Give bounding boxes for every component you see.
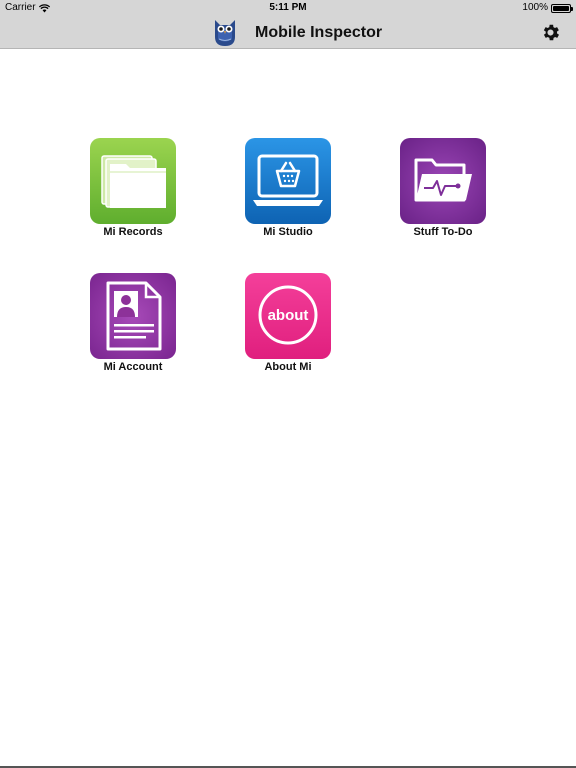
tile-mi-studio[interactable]: Mi Studio [223,138,353,248]
tile-mi-records[interactable]: Mi Records [68,138,198,248]
battery-indicator: 100% [522,0,573,16]
about-icon: about [245,273,331,359]
page-title: Mobile Inspector [255,24,383,41]
gear-icon[interactable] [540,22,561,43]
tile-about-mi[interactable]: about About Mi [223,273,353,383]
battery-icon [551,3,573,13]
tile-stuff-to-do[interactable]: Stuff To-Do [378,138,508,248]
laptop-basket-icon [245,138,331,224]
nav-bar: Mobile Inspector [0,16,576,49]
status-time: 5:11 PM [269,2,307,13]
account-card-icon [90,273,176,359]
folders-icon [90,138,176,224]
status-bar: Carrier 5:11 PM 100% [0,0,576,16]
tile-label: Stuff To-Do [413,226,473,238]
tile-label: Mi Studio [263,226,313,238]
tile-label: About Mi [264,361,312,373]
tile-mi-account[interactable]: Mi Account [68,273,198,383]
tile-label: Mi Records [103,226,163,238]
about-icon-text: about [268,307,309,324]
folder-pulse-icon [400,138,486,224]
owl-icon [215,20,235,46]
battery-percent: 100% [522,2,548,13]
tile-label: Mi Account [103,361,163,373]
